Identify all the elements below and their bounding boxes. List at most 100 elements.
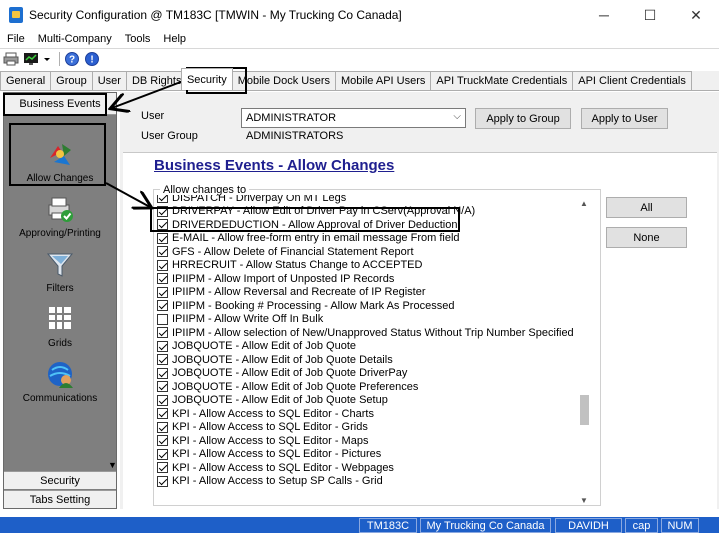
checkbox-checked[interactable]	[157, 421, 168, 433]
checkbox-checked[interactable]	[157, 408, 168, 419]
list-item-label: IPIIPM - Allow Reversal and Recreate of …	[172, 286, 426, 298]
list-item[interactable]: KPI - Allow Access to SQL Editor - Maps	[157, 434, 368, 447]
checkbox-checked[interactable]	[157, 327, 168, 338]
list-item[interactable]: JOBQUOTE - Allow Edit of Job Quote Drive…	[157, 367, 407, 380]
select-all-button[interactable]: All	[606, 197, 687, 218]
select-none-button[interactable]: None	[606, 227, 687, 248]
user-select[interactable]: ADMINISTRATOR ⌵	[241, 108, 466, 128]
list-item[interactable]: KPI - Allow Access to SQL Editor - Webpa…	[157, 461, 394, 474]
list-item[interactable]: HRRECRUIT - Allow Status Change to ACCEP…	[157, 259, 422, 272]
tab-db-rights[interactable]: DB Rights	[125, 71, 182, 90]
checkbox-unchecked[interactable]	[157, 313, 168, 325]
tab-api-client-credentials[interactable]: API Client Credentials	[572, 71, 692, 90]
sidebar-tabs-setting-button[interactable]: Tabs Setting	[4, 490, 116, 508]
toolbar-separator	[59, 51, 60, 66]
list-item-label: IPIIPM - Booking # Processing - Allow Ma…	[172, 299, 455, 312]
tab-security[interactable]: Security	[180, 68, 233, 90]
checkbox-checked[interactable]	[157, 435, 168, 446]
sidebar-item-label: Approving/Printing	[19, 228, 101, 239]
checkbox-checked[interactable]	[157, 286, 168, 298]
list-item[interactable]: KPI - Allow Access to SQL Editor - Pictu…	[157, 448, 381, 461]
checkbox-checked[interactable]	[157, 232, 168, 244]
checkbox-checked[interactable]	[157, 462, 168, 473]
list-item[interactable]: IPIIPM - Allow Write Off In Bulk	[157, 313, 323, 326]
list-item[interactable]: IPIIPM - Booking # Processing - Allow Ma…	[157, 299, 454, 312]
checkbox-checked[interactable]	[157, 367, 168, 379]
tab-mobile-api-users[interactable]: Mobile API Users	[335, 71, 432, 90]
sidebar-item-label: Communications	[22, 393, 98, 404]
close-button[interactable]: ✕	[673, 0, 719, 30]
list-item[interactable]: GFS - Allow Delete of Financial Statemen…	[157, 245, 414, 258]
checkbox-checked[interactable]	[157, 340, 168, 352]
apply-to-user-button[interactable]: Apply to User	[581, 108, 668, 129]
scroll-up-icon[interactable]: ▲	[580, 199, 588, 208]
scroll-down-icon[interactable]: ▼	[580, 496, 588, 505]
sidebar-item-filters[interactable]: Filters	[4, 248, 116, 294]
menu-tools[interactable]: Tools	[125, 33, 151, 45]
title-bar: Security Configuration @ TM183C [TMWIN -…	[0, 0, 719, 30]
checkbox-checked[interactable]	[157, 381, 168, 392]
sidebar-scroll-down-icon[interactable]: ▼	[108, 460, 117, 470]
list-item[interactable]: KPI - Allow Access to SQL Editor - Grids	[157, 421, 368, 434]
tab-group[interactable]: Group	[50, 71, 93, 90]
help-icon[interactable]: ?	[64, 51, 80, 67]
checkbox-checked[interactable]	[157, 273, 168, 284]
menu-file[interactable]: File	[7, 33, 25, 45]
tab-api-truckmate-credentials[interactable]: API TruckMate Credentials	[430, 71, 574, 90]
menu-help[interactable]: Help	[163, 33, 186, 45]
list-scrollbar[interactable]: ▲ ▼	[578, 199, 591, 505]
list-item[interactable]: KPI - Allow Access to Setup SP Calls - G…	[157, 475, 383, 488]
highlight-box-driverpay-row	[150, 207, 460, 232]
list-item[interactable]: KPI - Allow Access to SQL Editor - Chart…	[157, 407, 374, 420]
checkbox-checked[interactable]	[157, 300, 168, 311]
status-user: DAVIDH	[555, 518, 622, 533]
list-item[interactable]: IPIIPM - Allow Reversal and Recreate of …	[157, 286, 426, 299]
user-select-value: ADMINISTRATOR	[246, 112, 337, 124]
dropdown-icon[interactable]	[43, 51, 51, 67]
list-item[interactable]: JOBQUOTE - Allow Edit of Job Quote Prefe…	[157, 380, 418, 393]
status-server: TM183C	[359, 518, 417, 533]
user-group-label: User Group	[141, 130, 198, 142]
checkbox-checked[interactable]	[157, 354, 168, 365]
main-content: User User Group ADMINISTRATOR ⌵ ADMINIST…	[120, 92, 719, 509]
scroll-thumb[interactable]	[580, 395, 589, 425]
status-num: NUM	[661, 518, 699, 533]
sidebar-item-label: Grids	[48, 338, 72, 349]
checkbox-checked[interactable]	[157, 246, 168, 257]
list-item[interactable]: IPIIPM - Allow selection of New/Unapprov…	[157, 326, 574, 339]
checkbox-checked[interactable]	[157, 394, 168, 406]
sidebar-item-communications[interactable]: Communications	[4, 358, 116, 404]
sidebar-item-grids[interactable]: Grids	[4, 303, 116, 349]
list-item-label: HRRECRUIT - Allow Status Change to ACCEP…	[172, 259, 423, 271]
list-item[interactable]: JOBQUOTE - Allow Edit of Job Quote Detai…	[157, 353, 393, 366]
printer-icon[interactable]	[3, 51, 19, 67]
sidebar-security-button[interactable]: Security	[4, 471, 116, 489]
info-icon[interactable]: !	[84, 51, 100, 67]
list-item-label: KPI - Allow Access to SQL Editor - Webpa…	[172, 461, 394, 474]
list-item[interactable]: JOBQUOTE - Allow Edit of Job Quote Setup	[157, 394, 388, 407]
menu-multi-company[interactable]: Multi-Company	[38, 33, 112, 45]
list-item[interactable]: E-MAIL - Allow free-form entry in email …	[157, 232, 460, 245]
checkbox-checked[interactable]	[157, 448, 168, 460]
list-item-label: KPI - Allow Access to SQL Editor - Maps	[172, 434, 369, 447]
sidebar-item-label: Filters	[46, 283, 74, 294]
monitor-icon[interactable]	[23, 51, 39, 67]
allow-changes-list: DISPATCH - Driverpay On MT Legs DRIVERPAY…	[157, 195, 577, 501]
sidebar-item-approving-printing[interactable]: Approving/Printing	[4, 193, 116, 239]
minimize-button[interactable]: ─	[581, 0, 627, 30]
apply-to-group-button[interactable]: Apply to Group	[475, 108, 571, 129]
checkbox-checked[interactable]	[157, 475, 168, 487]
tab-user[interactable]: User	[91, 71, 127, 90]
maximize-button[interactable]: ☐	[627, 0, 673, 30]
list-item[interactable]: JOBQUOTE - Allow Edit of Job Quote	[157, 340, 356, 353]
checkbox-checked[interactable]	[157, 259, 168, 271]
list-item[interactable]: DISPATCH - Driverpay On MT Legs	[157, 195, 346, 204]
status-company: My Trucking Co Canada	[420, 518, 551, 533]
list-item-label: IPIIPM - Allow Write Off In Bulk	[172, 313, 324, 325]
tab-mobile-dock-users[interactable]: Mobile Dock Users	[231, 71, 337, 90]
panel-title: Business Events - Allow Changes	[154, 157, 395, 174]
tab-general[interactable]: General	[0, 71, 52, 90]
checkbox-checked[interactable]	[157, 195, 168, 203]
allow-changes-panel: Business Events - Allow Changes Allow ch…	[123, 152, 717, 509]
list-item[interactable]: IPIIPM - Allow Import of Unposted IP Rec…	[157, 272, 394, 285]
